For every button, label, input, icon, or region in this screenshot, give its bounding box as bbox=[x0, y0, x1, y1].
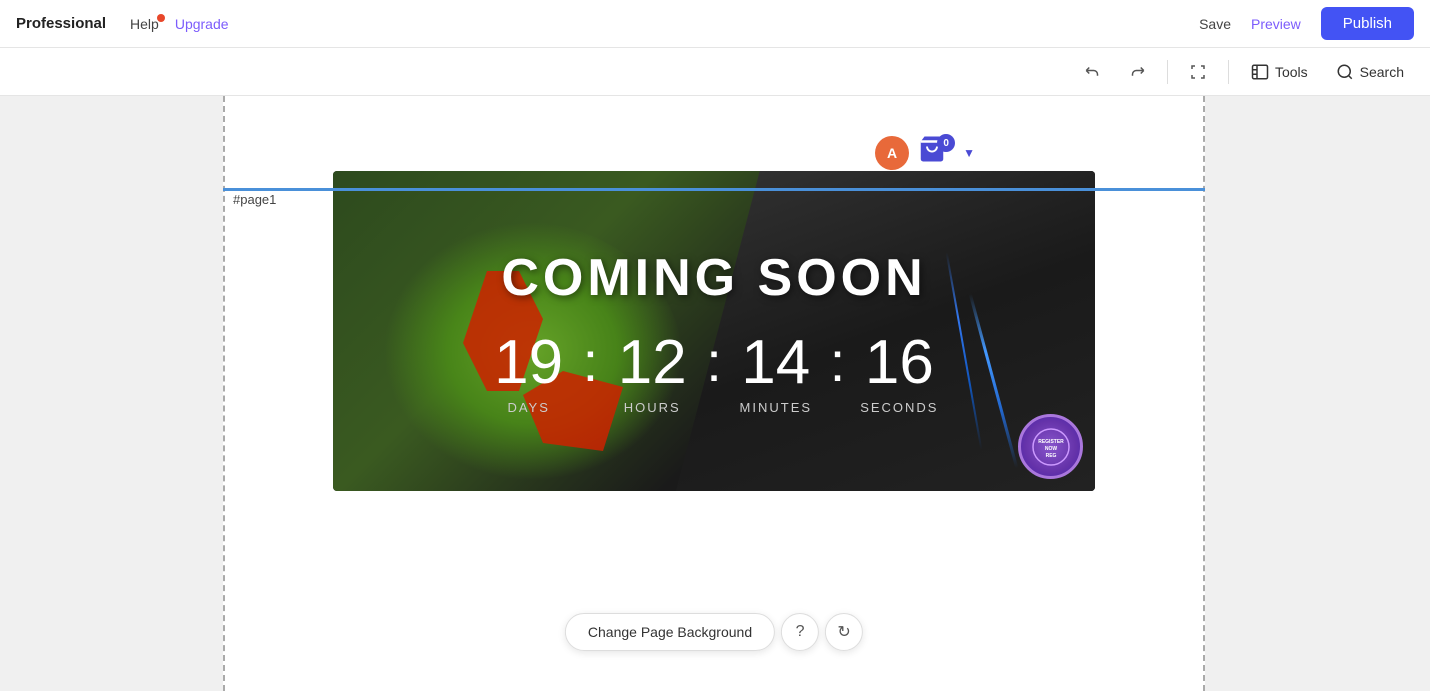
search-label: Search bbox=[1360, 64, 1404, 80]
refresh-icon: ↻ bbox=[837, 622, 850, 642]
help-menu[interactable]: Help bbox=[130, 16, 159, 32]
upgrade-link[interactable]: Upgrade bbox=[175, 16, 229, 32]
redo-button[interactable] bbox=[1119, 54, 1155, 90]
colon-2: : bbox=[702, 334, 726, 390]
days-value: 19 bbox=[494, 332, 563, 394]
hours-label: HOURS bbox=[624, 400, 681, 415]
brand-label: Professional bbox=[16, 15, 106, 32]
register-badge: REGISTER NOW REG bbox=[1018, 414, 1083, 479]
help-button[interactable]: ? bbox=[781, 613, 819, 651]
editor-toolbar: Tools Search bbox=[0, 48, 1430, 96]
page-label: #page1 bbox=[233, 192, 276, 207]
fit-screen-icon bbox=[1189, 63, 1207, 81]
page-selection-border bbox=[223, 188, 1205, 191]
save-button[interactable]: Save bbox=[1199, 16, 1231, 32]
cart-area: A 0 ▼ bbox=[875, 134, 975, 172]
help-icon: ? bbox=[796, 623, 805, 641]
badge-svg: REGISTER NOW REG bbox=[1031, 427, 1071, 467]
hours-unit: 12 HOURS bbox=[602, 332, 702, 415]
preview-button[interactable]: Preview bbox=[1251, 16, 1301, 32]
cart-dropdown-arrow[interactable]: ▼ bbox=[963, 146, 975, 160]
canvas-area: #page1 A 0 ▼ REGISTER bbox=[0, 96, 1430, 691]
hours-value: 12 bbox=[618, 332, 687, 394]
search-toolbar-btn[interactable]: Search bbox=[1326, 57, 1414, 87]
bottom-toolbar: Change Page Background ? ↻ bbox=[565, 613, 863, 651]
seconds-value: 16 bbox=[865, 332, 934, 394]
redo-icon bbox=[1128, 63, 1146, 81]
toolbar-divider bbox=[1167, 60, 1168, 84]
minutes-value: 14 bbox=[741, 332, 810, 394]
top-navigation: Professional Help Upgrade Save Preview P… bbox=[0, 0, 1430, 48]
cart-badge: 0 bbox=[937, 134, 955, 152]
toolbar-divider2 bbox=[1228, 60, 1229, 84]
refresh-button[interactable]: ↻ bbox=[825, 613, 863, 651]
seconds-unit: 16 SECONDS bbox=[849, 332, 949, 415]
change-page-background-button[interactable]: Change Page Background bbox=[565, 613, 775, 651]
minutes-label: MINUTES bbox=[740, 400, 813, 415]
timer-row: 19 DAYS : 12 HOURS : 14 MINUTES : bbox=[479, 332, 950, 415]
tools-label: Tools bbox=[1275, 64, 1308, 80]
seconds-label: SECONDS bbox=[860, 400, 938, 415]
tools-menu[interactable]: Tools bbox=[1241, 57, 1318, 87]
days-label: DAYS bbox=[507, 400, 549, 415]
right-margin bbox=[1205, 96, 1430, 691]
undo-button[interactable] bbox=[1075, 54, 1111, 90]
minutes-unit: 14 MINUTES bbox=[726, 332, 826, 415]
colon-1: : bbox=[579, 334, 603, 390]
coming-soon-title: COMING SOON bbox=[501, 248, 926, 308]
publish-button[interactable]: Publish bbox=[1321, 7, 1414, 40]
svg-text:REG: REG bbox=[1045, 453, 1056, 459]
undo-icon bbox=[1084, 63, 1102, 81]
help-notification-dot bbox=[157, 14, 165, 22]
avatar[interactable]: A bbox=[875, 136, 909, 170]
colon-3: : bbox=[826, 334, 850, 390]
search-icon bbox=[1336, 63, 1354, 81]
svg-text:NOW: NOW bbox=[1044, 446, 1057, 452]
left-margin bbox=[0, 96, 223, 691]
countdown-content: COMING SOON 19 DAYS : 12 HOURS : 14 MINU… bbox=[333, 248, 1095, 415]
countdown-widget[interactable]: REGISTER NOW REG COMING SOON 19 DAYS : 1… bbox=[333, 171, 1095, 491]
days-unit: 19 DAYS bbox=[479, 332, 579, 415]
cart-icon-wrap[interactable]: 0 bbox=[917, 134, 955, 172]
svg-text:REGISTER: REGISTER bbox=[1038, 439, 1064, 445]
fit-screen-button[interactable] bbox=[1180, 54, 1216, 90]
tools-icon bbox=[1251, 63, 1269, 81]
content-area: A 0 ▼ REGISTER NOW REG bbox=[223, 96, 1205, 691]
